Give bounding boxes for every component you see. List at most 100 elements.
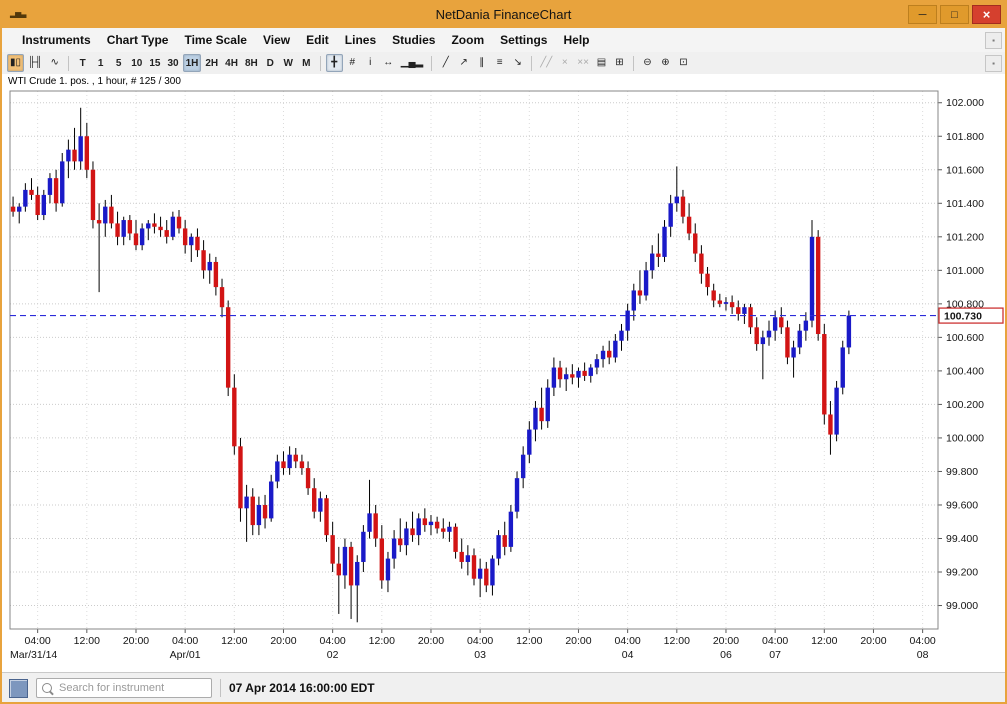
timeframe-1m-button[interactable]: 1 — [92, 54, 109, 72]
fibonacci-tool-button[interactable]: ≡ — [491, 54, 508, 72]
svg-text:100.400: 100.400 — [946, 365, 984, 377]
chart-area[interactable]: 04:00Mar/31/1412:0020:0004:00Apr/0112:00… — [2, 89, 1005, 672]
timeframe-1d-button[interactable]: D — [262, 54, 279, 72]
menu-item-chart-type[interactable]: Chart Type — [99, 29, 177, 51]
grid-toggle-button[interactable]: # — [344, 54, 361, 72]
timeframe-5m-button[interactable]: 5 — [110, 54, 127, 72]
channel-tool-button[interactable]: ∥ — [473, 54, 490, 72]
menu-item-studies[interactable]: Studies — [384, 29, 443, 51]
svg-text:101.000: 101.000 — [946, 265, 984, 277]
timeframe-15m-button[interactable]: 15 — [146, 54, 163, 72]
toolbar-separator — [531, 56, 532, 71]
search-input[interactable] — [57, 681, 206, 695]
svg-text:20:00: 20:00 — [418, 635, 444, 647]
svg-text:02: 02 — [327, 649, 339, 661]
menu-item-zoom[interactable]: Zoom — [443, 29, 492, 51]
delete-all-icon: ×× — [577, 58, 589, 68]
zoom-out-icon: ⊖ — [643, 58, 651, 68]
info-button[interactable]: i — [362, 54, 379, 72]
menu-pin-button[interactable]: ▪ — [985, 32, 1002, 49]
close-button[interactable]: × — [972, 5, 1001, 24]
svg-text:20:00: 20:00 — [713, 635, 739, 647]
timeframe-1w-button[interactable]: W — [280, 54, 297, 72]
delete-all-button[interactable]: ×× — [574, 54, 592, 72]
svg-text:04:00: 04:00 — [909, 635, 935, 647]
svg-text:101.200: 101.200 — [946, 231, 984, 243]
menu-item-view[interactable]: View — [255, 29, 298, 51]
svg-text:99.600: 99.600 — [946, 499, 978, 511]
grid-icon: # — [349, 58, 355, 68]
zoom-out-button[interactable]: ⊖ — [639, 54, 656, 72]
print-preview-button[interactable]: ⊞ — [611, 54, 628, 72]
app-window: ▂▅▃ NetDania FinanceChart ─ □ × Instrume… — [0, 0, 1007, 704]
svg-text:99.400: 99.400 — [946, 533, 978, 545]
svg-text:03: 03 — [474, 649, 486, 661]
zoom-in-button[interactable]: ⊕ — [657, 54, 674, 72]
statusbar: 07 Apr 2014 16:00:00 EDT — [2, 672, 1005, 703]
svg-text:20:00: 20:00 — [860, 635, 886, 647]
menu-item-lines[interactable]: Lines — [337, 29, 384, 51]
maximize-button[interactable]: □ — [940, 5, 969, 24]
print-button[interactable]: ▤ — [593, 54, 610, 72]
svg-text:04:00: 04:00 — [25, 635, 51, 647]
menu-item-edit[interactable]: Edit — [298, 29, 337, 51]
delete-drawing-button[interactable]: × — [556, 54, 573, 72]
timeframe-tick-button[interactable]: T — [74, 54, 91, 72]
ray-tool-button[interactable]: ↗ — [455, 54, 472, 72]
candles — [11, 108, 851, 623]
toolbar: ▮▯╟╢∿T151015301H2H4H8HDWM╋#i↔▁▄▂╱↗∥≡↘╱╱×… — [2, 52, 1005, 75]
chart-type-line-button[interactable]: ∿ — [46, 54, 63, 72]
volume-button[interactable]: ▁▄▂ — [398, 54, 426, 72]
timeframe-1mo-button[interactable]: M — [298, 54, 315, 72]
axes: 04:00Mar/31/1412:0020:0004:00Apr/0112:00… — [10, 91, 984, 661]
parallel-lines-button[interactable]: ╱╱ — [537, 54, 555, 72]
svg-text:20:00: 20:00 — [123, 635, 149, 647]
svg-text:12:00: 12:00 — [664, 635, 690, 647]
menu-item-time-scale[interactable]: Time Scale — [176, 29, 254, 51]
horizontal-arrows-icon: ↔ — [383, 58, 393, 68]
panel-toggle-button[interactable] — [9, 679, 28, 698]
parallel-lines-icon: ╱╱ — [540, 58, 552, 68]
statusbar-divider — [220, 679, 221, 697]
svg-text:100.730: 100.730 — [944, 311, 982, 323]
printer-icon: ▤ — [597, 58, 606, 68]
timeframe-4h-button[interactable]: 4H — [222, 54, 241, 72]
chart-type-bars-button[interactable]: ╟╢ — [25, 54, 45, 72]
window-title: NetDania FinanceChart — [2, 2, 1005, 28]
menu-item-settings[interactable]: Settings — [492, 29, 555, 51]
svg-text:06: 06 — [720, 649, 732, 661]
chart-type-candlestick-button[interactable]: ▮▯ — [7, 54, 24, 72]
menu-item-help[interactable]: Help — [555, 29, 597, 51]
toolbar-pin-button[interactable]: ▪ — [985, 55, 1002, 72]
svg-text:20:00: 20:00 — [565, 635, 591, 647]
svg-text:12:00: 12:00 — [369, 635, 395, 647]
svg-text:99.000: 99.000 — [946, 600, 978, 612]
toolbar-separator — [431, 56, 432, 71]
timeframe-1h-button[interactable]: 1H — [183, 54, 202, 72]
timeframe-2h-button[interactable]: 2H — [202, 54, 221, 72]
volume-histogram-icon: ▁▄▂ — [401, 58, 423, 68]
trendline-tool-button[interactable]: ╱ — [437, 54, 454, 72]
toolbar-separator — [633, 56, 634, 71]
menu-item-instruments[interactable]: Instruments — [14, 29, 99, 51]
trendline-icon: ╱ — [443, 58, 449, 68]
timeframe-30m-button[interactable]: 30 — [164, 54, 181, 72]
arrow-annotation-icon: ↘ — [514, 58, 522, 68]
arrow-annotation-button[interactable]: ↘ — [509, 54, 526, 72]
timeframe-10m-button[interactable]: 10 — [128, 54, 145, 72]
timeframe-8h-button[interactable]: 8H — [242, 54, 261, 72]
price-chart[interactable]: 04:00Mar/31/1412:0020:0004:00Apr/0112:00… — [2, 89, 1005, 672]
svg-text:20:00: 20:00 — [270, 635, 296, 647]
svg-text:100.200: 100.200 — [946, 399, 984, 411]
minimize-button[interactable]: ─ — [908, 5, 937, 24]
zoom-reset-icon: ⊡ — [679, 58, 687, 68]
svg-text:Mar/31/14: Mar/31/14 — [10, 649, 57, 661]
instrument-search-box[interactable] — [36, 678, 212, 698]
svg-text:100.000: 100.000 — [946, 432, 984, 444]
ohlc-bars-icon: ╟╢ — [28, 58, 42, 68]
expand-horizontal-button[interactable]: ↔ — [380, 54, 397, 72]
crosshair-button[interactable]: ╋ — [326, 54, 343, 72]
svg-text:12:00: 12:00 — [811, 635, 837, 647]
svg-text:101.800: 101.800 — [946, 131, 984, 143]
zoom-reset-button[interactable]: ⊡ — [675, 54, 692, 72]
